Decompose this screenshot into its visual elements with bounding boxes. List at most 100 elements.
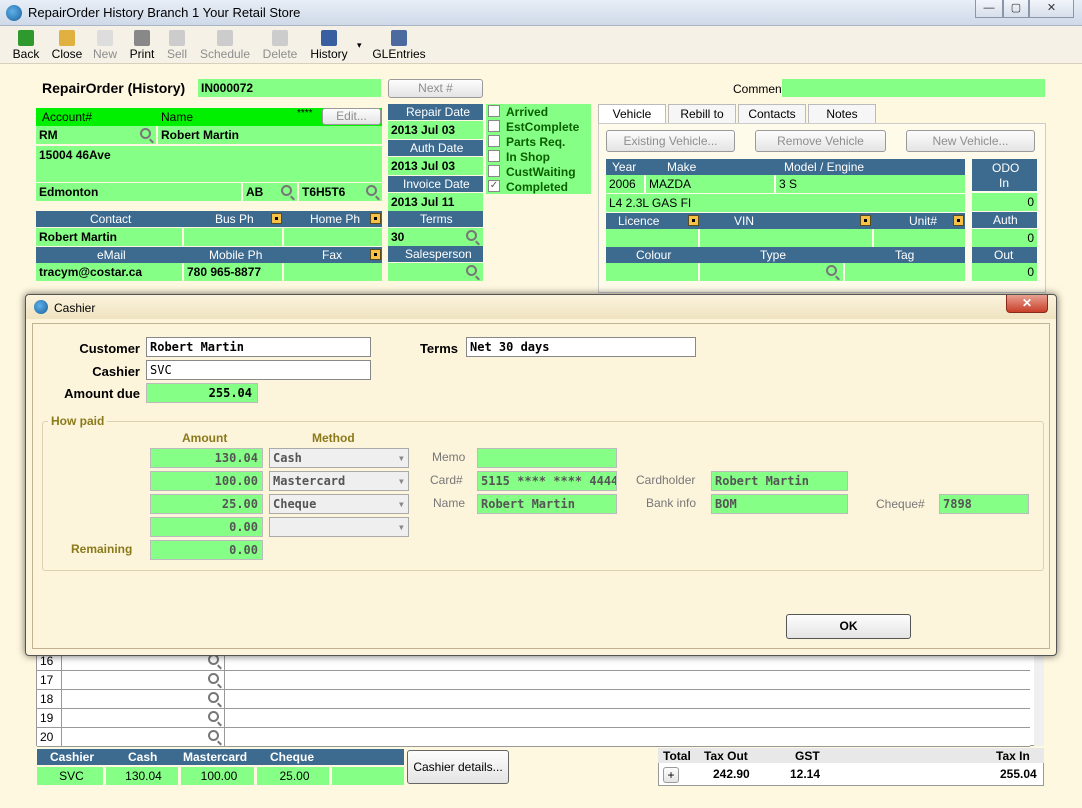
repair-date-field[interactable]: 2013 Jul 03 xyxy=(388,121,483,139)
remove-vehicle-button[interactable]: Remove Vehicle xyxy=(755,130,886,152)
odo-out-field[interactable]: 0 xyxy=(972,263,1037,281)
homeph-field[interactable] xyxy=(284,228,382,246)
card-field[interactable]: 5115 **** **** 4444 xyxy=(477,471,617,491)
mobile-field[interactable]: 780 965-8877 xyxy=(184,263,282,281)
colour-field[interactable] xyxy=(606,263,698,281)
dialog-close-button[interactable]: ✕ xyxy=(1006,295,1048,313)
payment-method-3[interactable]: Cheque xyxy=(269,494,409,514)
cardholder-field[interactable]: Robert Martin xyxy=(711,471,848,491)
new-vehicle-button[interactable]: New Vehicle... xyxy=(906,130,1035,152)
busph-dial-icon[interactable] xyxy=(271,213,282,224)
unit-icon[interactable] xyxy=(953,215,964,226)
dialog-cashier-field[interactable]: SVC xyxy=(146,360,371,380)
model-field[interactable]: 3 S xyxy=(776,175,965,193)
arrived-checkbox[interactable] xyxy=(488,105,500,117)
vin-icon[interactable] xyxy=(860,215,871,226)
invoice-date-field[interactable]: 2013 Jul 11 xyxy=(388,193,483,211)
cheque-label: Cheque# xyxy=(876,497,925,511)
delete-button[interactable]: Delete xyxy=(260,30,300,61)
partsreq-checkbox[interactable] xyxy=(488,135,500,147)
history-button[interactable]: History xyxy=(308,30,350,61)
table-row[interactable]: 18 xyxy=(37,690,1030,709)
email-field[interactable]: tracym@costar.ca xyxy=(36,263,182,281)
expand-totals-button[interactable]: + xyxy=(663,767,679,783)
tab-rebill[interactable]: Rebill to xyxy=(668,104,736,124)
province-search-icon[interactable] xyxy=(281,185,292,196)
address1-field[interactable]: 15004 46Ave xyxy=(36,146,382,164)
address2-field[interactable] xyxy=(36,164,382,182)
tag-field[interactable] xyxy=(845,263,965,281)
tab-vehicle[interactable]: Vehicle xyxy=(598,104,666,124)
terms-search-icon[interactable] xyxy=(466,230,477,241)
payment-method-1[interactable]: Cash xyxy=(269,448,409,468)
comment-field[interactable] xyxy=(782,79,1045,97)
account-search-icon[interactable] xyxy=(140,128,151,139)
city-field[interactable]: Edmonton xyxy=(36,183,241,201)
existing-vehicle-button[interactable]: Existing Vehicle... xyxy=(606,130,735,152)
glentries-button[interactable]: GLEntries xyxy=(370,30,428,61)
row-search-icon[interactable] xyxy=(208,711,219,722)
customer-name-field[interactable]: Robert Martin xyxy=(158,126,382,144)
payment-method-4[interactable] xyxy=(269,517,409,537)
grid-scrollbar[interactable] xyxy=(1034,652,1044,746)
busph-field[interactable] xyxy=(184,228,282,246)
year-field[interactable]: 2006 xyxy=(606,175,644,193)
fax-dial-icon[interactable] xyxy=(370,249,381,260)
ok-button[interactable]: OK xyxy=(786,614,911,639)
odo-auth-field[interactable]: 0 xyxy=(972,229,1037,247)
account-field[interactable]: RM xyxy=(36,126,156,144)
engine-field[interactable]: L4 2.3L GAS FI xyxy=(606,194,965,212)
maximize-button[interactable]: ▢ xyxy=(1003,0,1029,18)
completed-checkbox[interactable]: ✓ xyxy=(488,180,500,192)
licence-icon[interactable] xyxy=(688,215,699,226)
payment-amount-1[interactable]: 130.04 xyxy=(150,448,263,468)
auth-date-field[interactable]: 2013 Jul 03 xyxy=(388,157,483,175)
print-button[interactable]: Print xyxy=(127,30,157,61)
payment-amount-3[interactable]: 25.00 xyxy=(150,494,263,514)
history-dropdown-icon[interactable]: ▾ xyxy=(357,40,362,51)
cheque-field[interactable]: 7898 xyxy=(939,494,1029,514)
dialog-terms-field[interactable]: Net 30 days xyxy=(466,337,696,357)
vin-field[interactable] xyxy=(700,229,872,247)
order-number-field[interactable]: IN000072 xyxy=(198,79,381,97)
dialog-customer-field[interactable]: Robert Martin xyxy=(146,337,371,357)
new-button[interactable]: New xyxy=(91,30,119,61)
row-search-icon[interactable] xyxy=(208,730,219,741)
back-button[interactable]: Back xyxy=(10,30,42,61)
memo-field[interactable] xyxy=(477,448,617,468)
close-button[interactable]: Close xyxy=(50,30,84,61)
unit-field[interactable] xyxy=(874,229,965,247)
licence-field[interactable] xyxy=(606,229,698,247)
payment-method-2[interactable]: Mastercard xyxy=(269,471,409,491)
type-field[interactable] xyxy=(700,263,843,281)
odo-in-field[interactable]: 0 xyxy=(972,193,1037,211)
tab-contacts[interactable]: Contacts xyxy=(738,104,806,124)
edit-customer-button[interactable]: Edit... xyxy=(322,108,381,125)
card-name-field[interactable]: Robert Martin xyxy=(477,494,617,514)
row-search-icon[interactable] xyxy=(208,673,219,684)
fax-field[interactable] xyxy=(284,263,382,281)
estcomplete-checkbox[interactable] xyxy=(488,120,500,132)
table-row[interactable]: 20 xyxy=(37,728,1030,747)
homeph-dial-icon[interactable] xyxy=(370,213,381,224)
make-field[interactable]: MAZDA xyxy=(646,175,774,193)
sell-button[interactable]: Sell xyxy=(163,30,191,61)
custwaiting-checkbox[interactable] xyxy=(488,165,500,177)
cashier-details-button[interactable]: Cashier details... xyxy=(407,750,509,784)
minimize-button[interactable]: — xyxy=(975,0,1003,18)
salesperson-search-icon[interactable] xyxy=(466,265,477,276)
table-row[interactable]: 19 xyxy=(37,709,1030,728)
schedule-button[interactable]: Schedule xyxy=(197,30,253,61)
bank-field[interactable]: BOM xyxy=(711,494,848,514)
payment-amount-2[interactable]: 100.00 xyxy=(150,471,263,491)
postal-search-icon[interactable] xyxy=(366,185,377,196)
row-search-icon[interactable] xyxy=(208,692,219,703)
contact-field[interactable]: Robert Martin xyxy=(36,228,182,246)
payment-amount-4[interactable]: 0.00 xyxy=(150,517,263,537)
inshop-checkbox[interactable] xyxy=(488,150,500,162)
type-search-icon[interactable] xyxy=(826,265,837,276)
window-close-button[interactable]: ✕ xyxy=(1029,0,1074,18)
table-row[interactable]: 17 xyxy=(37,671,1030,690)
next-number-button[interactable]: Next # xyxy=(388,79,483,98)
tab-notes[interactable]: Notes xyxy=(808,104,876,124)
